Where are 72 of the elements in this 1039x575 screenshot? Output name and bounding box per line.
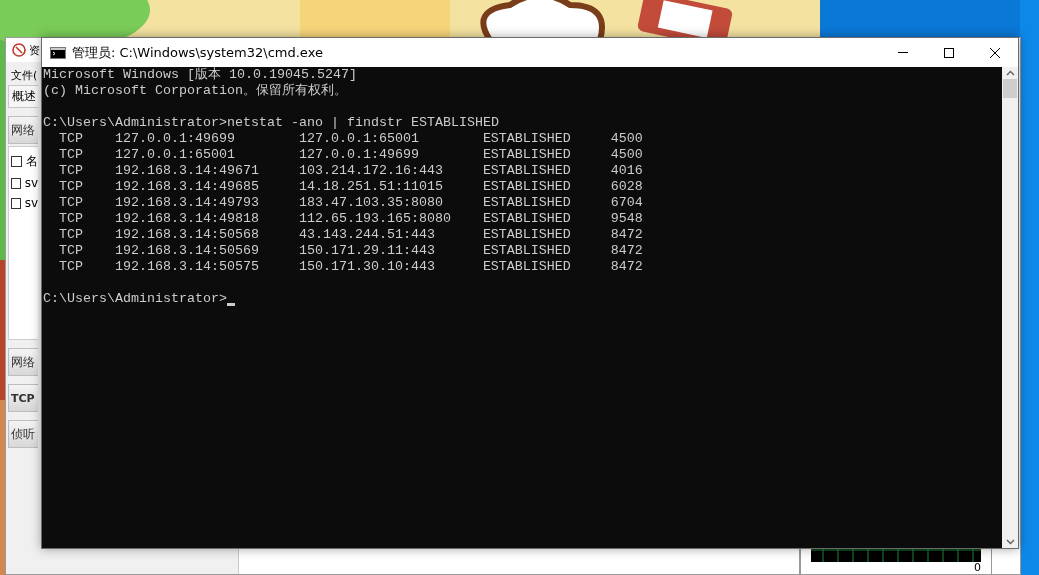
text-cursor — [226, 303, 235, 306]
window-title: 管理员: C:\Windows\system32\cmd.exe — [72, 43, 324, 62]
table-cell: 8472 — [610, 227, 643, 243]
table-cell: 14.18.251.51:11015 — [298, 179, 443, 195]
table-cell: ESTABLISHED — [482, 147, 571, 163]
table-cell: 4016 — [610, 163, 643, 179]
console-text: Microsoft Windows [版本 10.0.19045.5247] — [43, 67, 357, 83]
table-cell: 8472 — [610, 243, 643, 259]
table-cell: ESTABLISHED — [482, 131, 571, 147]
table-cell: 192.168.3.14:49671 — [114, 163, 259, 179]
table-cell: TCP — [59, 163, 83, 179]
table-cell: 112.65.193.165:8080 — [298, 211, 451, 227]
table-cell: 183.47.103.35:8080 — [298, 195, 443, 211]
section-header[interactable]: 网络 — [8, 116, 38, 144]
table-cell: ESTABLISHED — [482, 179, 571, 195]
table-cell: 127.0.0.1:65001 — [114, 147, 235, 163]
row-label: sv — [24, 196, 38, 210]
table-cell: 4500 — [610, 147, 643, 163]
section-header[interactable]: 侦听 — [8, 420, 38, 448]
table-cell: 6028 — [610, 179, 643, 195]
app-icon — [12, 43, 26, 57]
table-cell: 6704 — [610, 195, 643, 211]
table-cell: ESTABLISHED — [482, 259, 571, 275]
maximize-icon — [944, 47, 954, 58]
console-icon — [50, 46, 66, 59]
table-cell: TCP — [59, 243, 83, 259]
checkbox[interactable] — [11, 177, 21, 189]
table-cell: ESTABLISHED — [482, 243, 571, 259]
table-cell: 192.168.3.14:50568 — [114, 227, 259, 243]
table-cell: 4500 — [610, 131, 643, 147]
console-text: (c) Microsoft Corporation。保留所有权利。 — [43, 83, 347, 99]
close-icon — [990, 47, 1000, 58]
menu-item[interactable]: 文件( — [11, 68, 38, 83]
table-cell: TCP — [59, 147, 83, 163]
tab[interactable]: 概述 — [8, 85, 38, 108]
table-cell: 150.171.29.11:443 — [298, 243, 435, 259]
minimize-icon — [898, 52, 908, 53]
table-cell: TCP — [59, 195, 83, 211]
scroll-thumb[interactable] — [1003, 79, 1017, 98]
table-cell: TCP — [59, 131, 83, 147]
table-cell: 43.143.244.51:443 — [298, 227, 435, 243]
table-cell: TCP — [59, 259, 83, 275]
table-cell: ESTABLISHED — [482, 195, 571, 211]
table-cell: ESTABLISHED — [482, 227, 571, 243]
axis-label: 0 — [974, 562, 981, 574]
table-cell: 127.0.0.1:49699 — [114, 131, 235, 147]
table-cell: 192.168.3.14:50569 — [114, 243, 259, 259]
command-line: C:\Users\Administrator>netstat -ano | findstr ESTABLISHED — [43, 115, 499, 131]
table-cell: 127.0.0.1:49699 — [298, 147, 419, 163]
table-cell: TCP — [59, 211, 83, 227]
table-cell: 127.0.0.1:65001 — [298, 131, 419, 147]
table-cell: TCP — [59, 179, 83, 195]
section-header[interactable]: TCP — [8, 384, 38, 412]
table-cell: 192.168.3.14:49793 — [114, 195, 259, 211]
window-title: 资 — [29, 42, 40, 58]
table-cell: 192.168.3.14:49818 — [114, 211, 259, 227]
table-cell: 150.171.30.10:443 — [298, 259, 435, 275]
scrollbar[interactable] — [1002, 67, 1018, 548]
section-header[interactable]: 网络 — [8, 348, 38, 376]
row-label: sv — [24, 176, 38, 190]
checkbox[interactable] — [11, 156, 22, 167]
table-cell: TCP — [59, 227, 83, 243]
table-cell: ESTABLISHED — [482, 163, 571, 179]
table-cell: 103.214.172.16:443 — [298, 163, 443, 179]
prompt: C:\Users\Administrator> — [43, 291, 227, 307]
table-cell: 192.168.3.14:50575 — [114, 259, 259, 275]
row-label: 名 — [26, 153, 38, 170]
table-cell: 9548 — [610, 211, 643, 227]
checkbox[interactable] — [11, 197, 21, 209]
table-cell: 192.168.3.14:49685 — [114, 179, 259, 195]
table-cell: ESTABLISHED — [482, 211, 571, 227]
table-cell: 8472 — [610, 259, 643, 275]
